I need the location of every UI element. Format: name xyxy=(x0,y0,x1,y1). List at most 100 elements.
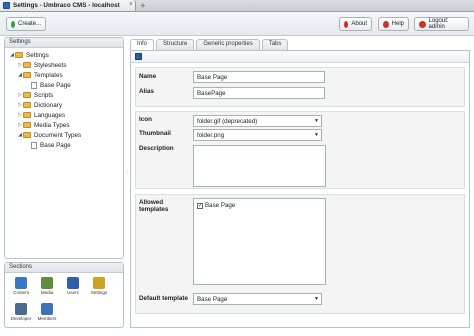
help-button-label: Help xyxy=(391,21,404,27)
sections-panel: Sections Content Media Users Settings Develo… xyxy=(4,262,124,328)
tree-node-label: Settings xyxy=(26,51,49,59)
folder-icon xyxy=(23,132,31,138)
tree-node[interactable]: ▷ Dictionary xyxy=(5,100,123,110)
folder-icon xyxy=(23,112,31,118)
users-icon xyxy=(67,277,79,289)
document-icon xyxy=(31,141,37,149)
section-label: Members xyxy=(37,316,57,321)
section-label: Users xyxy=(67,290,79,295)
content-pane: Name Base Page Alias BasePage Icon folde… xyxy=(130,50,470,328)
folder-icon xyxy=(15,52,23,58)
tree-node-label: Stylesheets xyxy=(34,61,67,69)
tree-node[interactable]: ▷ Stylesheets xyxy=(5,60,123,70)
sections-panel-title: Sections xyxy=(5,263,123,273)
tab-structure[interactable]: Structure xyxy=(156,39,195,50)
section-media[interactable]: Media xyxy=(35,277,59,295)
tree-node[interactable]: ▷ Media Types xyxy=(5,120,123,130)
icon-select-value: folder.gif (deprecated) xyxy=(197,118,258,125)
panel-splitter[interactable]: ⋮ xyxy=(125,170,130,190)
tree-node-label: Templates xyxy=(34,71,63,79)
tree-node[interactable]: ◢ Templates xyxy=(5,70,123,80)
developer-icon xyxy=(15,303,27,315)
help-icon xyxy=(383,20,389,28)
alias-label: Alias xyxy=(139,88,155,95)
section-users[interactable]: Users xyxy=(61,277,85,295)
tab-generic-properties[interactable]: Generic properties xyxy=(196,39,260,50)
members-icon xyxy=(41,303,53,315)
browser-tab-title: Settings - Umbraco CMS - localhost xyxy=(13,2,120,9)
tree-node-label: Base Page xyxy=(40,81,71,89)
tree-node[interactable]: ▷ Scripts xyxy=(5,90,123,100)
templates-group: Allowed templates ✓ Base Page Default te… xyxy=(135,194,465,314)
create-button[interactable]: Create... xyxy=(6,17,46,31)
browser-tab-strip: Settings - Umbraco CMS - localhost × + xyxy=(0,0,474,12)
allowed-templates-list[interactable]: ✓ Base Page xyxy=(193,198,326,285)
section-label: Developer xyxy=(10,316,32,321)
about-button[interactable]: About xyxy=(339,17,372,31)
checkbox-checked-icon[interactable]: ✓ xyxy=(197,202,203,209)
folder-icon xyxy=(23,72,31,78)
media-icon xyxy=(41,277,53,289)
content-toolbar xyxy=(131,51,469,63)
create-button-label: Create... xyxy=(17,21,41,27)
allowed-templates-label: Allowed templates xyxy=(139,199,169,213)
about-button-label: About xyxy=(351,21,367,27)
section-content[interactable]: Content xyxy=(9,277,33,295)
chevron-down-icon: ▼ xyxy=(314,296,319,302)
settings-icon xyxy=(93,277,105,289)
favicon-icon xyxy=(3,2,10,9)
content-tabs: Info Structure Generic properties Tabs xyxy=(130,39,290,51)
thumbnail-label: Thumbnail xyxy=(139,130,171,137)
name-alias-group: Name Base Page Alias BasePage xyxy=(135,67,465,107)
alias-input[interactable]: BasePage xyxy=(193,87,325,99)
name-input[interactable]: Base Page xyxy=(193,71,325,83)
logout-button[interactable]: Logout: admin xyxy=(414,17,469,31)
logout-icon xyxy=(419,20,426,28)
tree-node[interactable]: ◢ Document Types xyxy=(5,130,123,140)
tree-node-label: Base Page xyxy=(40,141,71,149)
tree-node[interactable]: ◢ Settings xyxy=(5,50,123,60)
settings-tree: ◢ Settings ▷ Stylesheets ◢ Templates Base Page… xyxy=(5,48,123,150)
create-icon xyxy=(11,20,15,28)
about-icon xyxy=(344,20,349,28)
thumbnail-select[interactable]: folder.png ▼ xyxy=(193,129,322,141)
section-settings[interactable]: Settings xyxy=(87,277,111,295)
document-icon xyxy=(31,81,37,89)
folder-icon xyxy=(23,62,31,68)
tree-node-label: Dictionary xyxy=(34,101,62,109)
icon-label: Icon xyxy=(139,116,152,123)
tree-node[interactable]: ▷ Languages xyxy=(5,110,123,120)
top-toolbar: Create... About Help Logout: admin xyxy=(0,12,474,36)
tree-node[interactable]: Base Page xyxy=(5,80,123,90)
browser-tab[interactable]: Settings - Umbraco CMS - localhost × xyxy=(0,0,136,12)
tree-node[interactable]: Base Page xyxy=(5,140,123,150)
icon-thumbnail-description-group: Icon folder.gif (deprecated) ▼ Thumbnail… xyxy=(135,111,465,189)
tab-tabs[interactable]: Tabs xyxy=(261,39,289,50)
folder-icon xyxy=(23,92,31,98)
description-textarea[interactable] xyxy=(193,145,326,187)
tree-node-label: Scripts xyxy=(34,91,54,99)
logout-button-label: Logout: admin xyxy=(428,18,449,30)
tree-node-label: Document Types xyxy=(34,131,82,139)
close-tab-icon[interactable]: × xyxy=(129,1,133,8)
thumbnail-select-value: folder.png xyxy=(197,132,225,139)
default-template-select[interactable]: Base Page ▼ xyxy=(193,293,322,305)
tree-node-label: Languages xyxy=(34,111,66,119)
section-members[interactable]: Members xyxy=(35,303,59,321)
name-label: Name xyxy=(139,73,157,80)
icon-select[interactable]: folder.gif (deprecated) ▼ xyxy=(193,115,322,127)
chevron-down-icon: ▼ xyxy=(314,132,319,138)
chevron-down-icon: ▼ xyxy=(314,118,319,124)
folder-icon xyxy=(23,102,31,108)
section-label: Media xyxy=(40,290,54,295)
default-template-value: Base Page xyxy=(197,296,228,303)
help-button[interactable]: Help xyxy=(378,17,409,31)
save-icon[interactable] xyxy=(135,53,142,60)
section-developer[interactable]: Developer xyxy=(9,303,33,321)
allowed-template-item-label: Base Page xyxy=(205,202,236,209)
main-area: Info Structure Generic properties Tabs Name… xyxy=(130,37,470,328)
content-icon xyxy=(15,277,27,289)
new-tab-button[interactable]: + xyxy=(137,1,149,11)
allowed-template-item[interactable]: ✓ Base Page xyxy=(197,202,322,209)
tree-node-label: Media Types xyxy=(34,121,70,129)
